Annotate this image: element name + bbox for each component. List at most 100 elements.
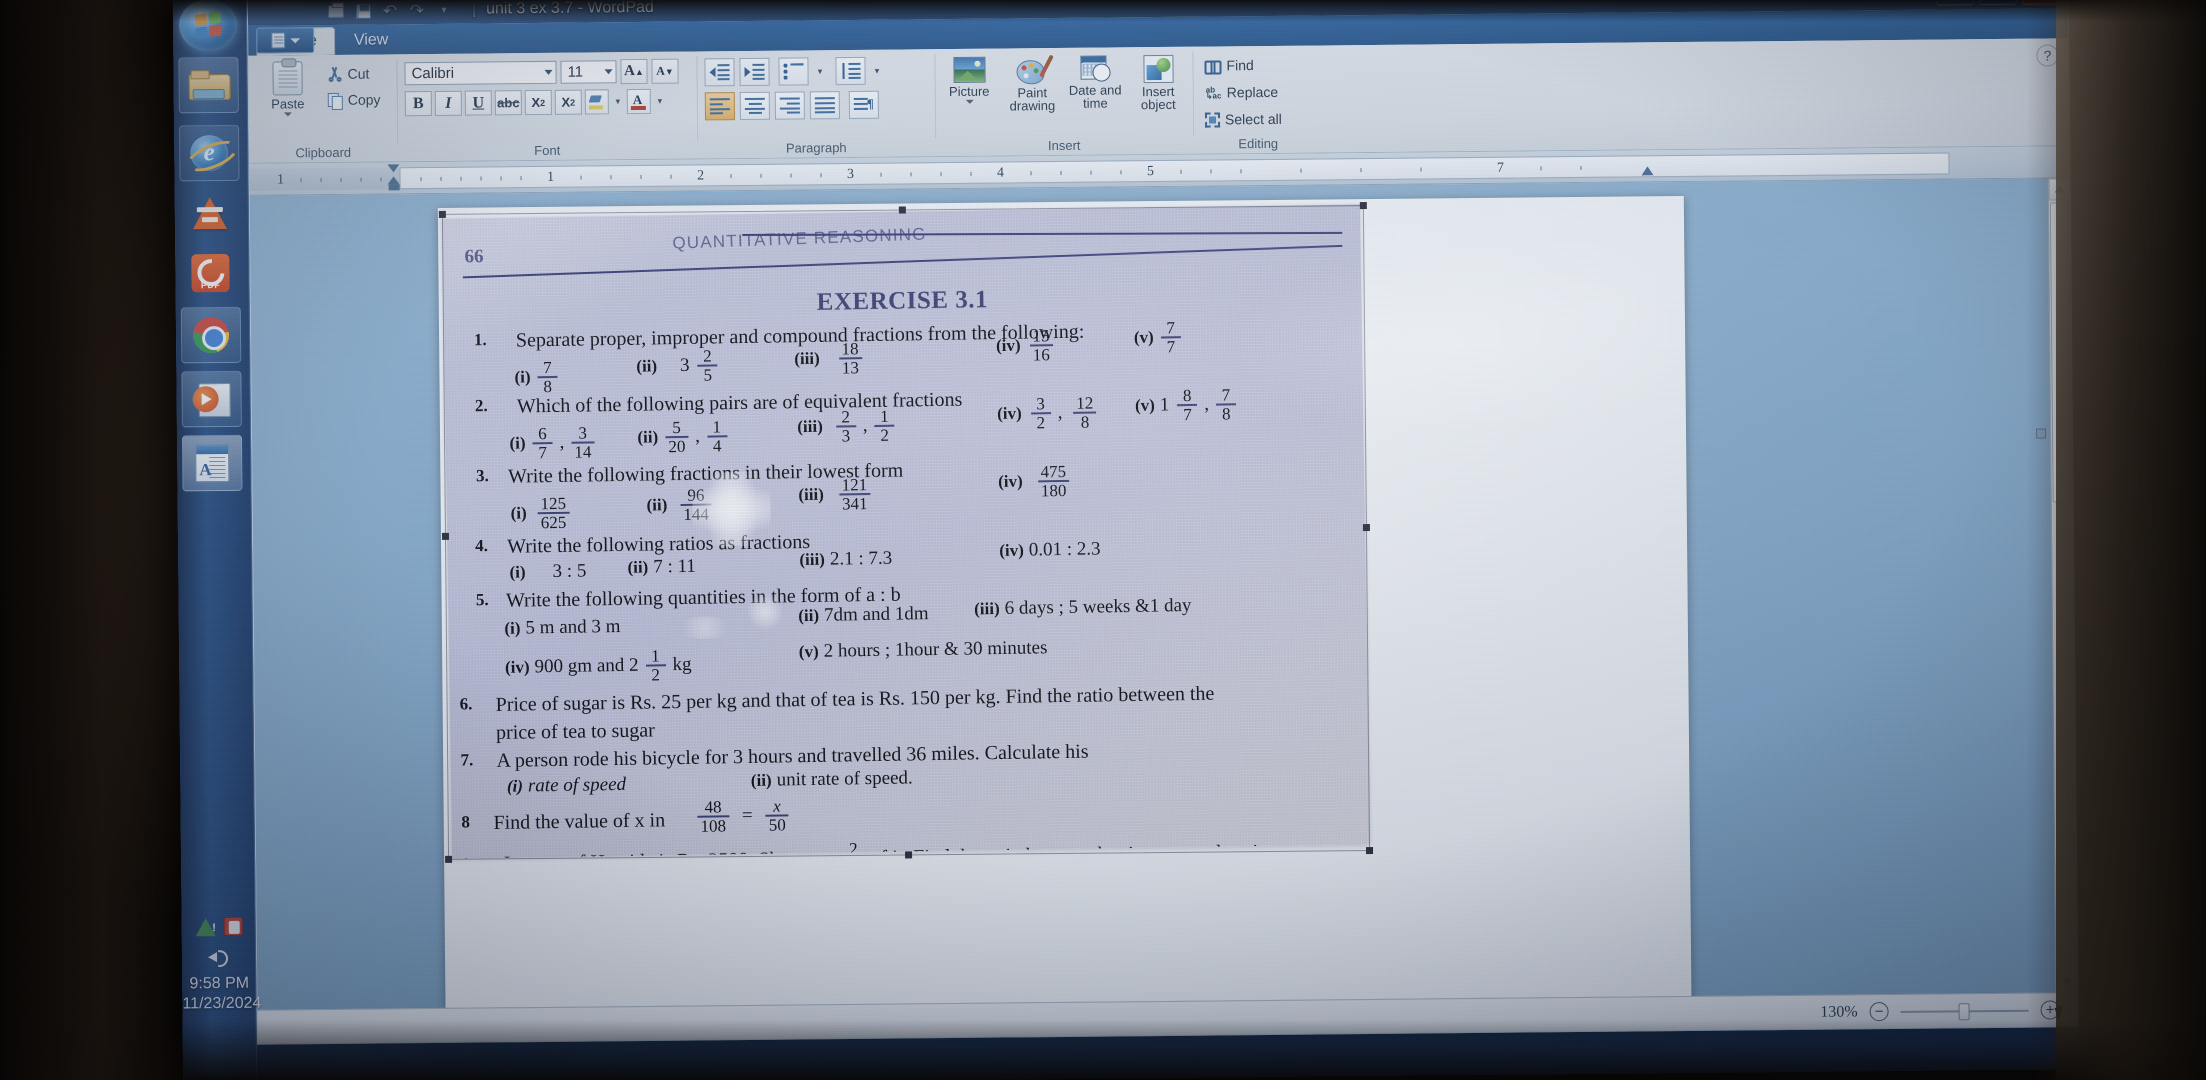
find-button[interactable]: Find (1200, 55, 1257, 76)
photograph-of-monitor: PDF (0, 0, 2206, 1080)
zoom-out-button[interactable]: − (1869, 1002, 1889, 1022)
book-running-head: QUANTITATIVE REASONING (672, 224, 927, 253)
item-label: (i) (506, 776, 524, 796)
cut-label: Cut (347, 65, 370, 82)
right-indent-marker[interactable] (1641, 166, 1654, 176)
taskbar[interactable]: PDF (172, 0, 261, 1078)
date-and-time-button[interactable]: Date and time (1068, 52, 1122, 111)
item-label: (i) (510, 503, 527, 523)
bold-button[interactable]: B (404, 91, 432, 117)
font-name-select[interactable]: Calibri (404, 60, 557, 86)
q5-item-v: (v) 2 hours ; 1hour & 30 minutes (798, 637, 1048, 662)
decrease-indent-button[interactable] (704, 58, 735, 87)
justify-button[interactable] (809, 91, 840, 120)
font-color-button[interactable]: A (626, 88, 651, 115)
q1-item-iii: (iii) 18 13 (794, 339, 864, 377)
insert-picture-button[interactable]: Picture (942, 54, 995, 105)
cut-button[interactable]: Cut (323, 63, 384, 84)
select-all-icon (1204, 111, 1221, 128)
bullets-dropdown[interactable]: ▾ (813, 59, 826, 84)
font-row-bottom: B I U abc X2 X2 ▾ A ▾ (404, 84, 666, 117)
application-menu-button[interactable] (256, 27, 315, 54)
ribbon-group-editing: Find ab ↳ac Replace Select all Editing (1192, 45, 1323, 153)
group-label-clipboard: Clipboard (295, 144, 352, 161)
ruler-number: 1 (546, 169, 555, 185)
pasted-textbook-image[interactable]: 66 QUANTITATIVE REASONING EXERCISE 3.1 1… (441, 204, 1370, 859)
taskbar-item-vlc[interactable] (180, 185, 241, 242)
select-all-button[interactable]: Select all (1201, 109, 1286, 130)
q5-item-i: (i) 5 m and 3 m (504, 615, 621, 639)
item-label: (iii) (794, 348, 820, 369)
ruler-number: 2 (696, 168, 705, 184)
taskbar-item-windows-explorer[interactable] (178, 56, 239, 114)
taskbar-item-pdf-reader[interactable]: PDF (180, 245, 241, 302)
zoom-slider[interactable] (1900, 1002, 2029, 1020)
power-plug-icon[interactable] (223, 916, 243, 937)
bullets-icon (783, 63, 804, 80)
align-right-button[interactable] (774, 91, 805, 120)
speaker-icon[interactable] (208, 948, 230, 966)
shrink-font-button[interactable]: A ▼ (651, 58, 679, 84)
insert-object-label: Insert object (1140, 83, 1176, 113)
increase-indent-button[interactable] (739, 57, 770, 87)
binoculars-icon (1204, 58, 1221, 72)
item-label: (i) (509, 562, 526, 582)
triangle-warning-icon[interactable] (195, 917, 216, 936)
align-left-button[interactable] (704, 92, 735, 121)
superscript-label: X (561, 94, 571, 110)
copy-button[interactable]: Copy (324, 89, 385, 110)
resize-handle[interactable] (438, 210, 446, 218)
resize-handle[interactable] (1359, 202, 1367, 210)
underline-button[interactable]: U (464, 90, 492, 116)
strikethrough-button[interactable]: abc (494, 90, 522, 116)
indent-marker[interactable] (387, 164, 400, 191)
media-player-icon (192, 383, 230, 415)
zoom-slider-knob[interactable] (1958, 1002, 1970, 1020)
subscript-button[interactable]: X2 (524, 89, 552, 116)
text-highlight-button[interactable] (584, 89, 609, 115)
fraction: 15 16 (1029, 326, 1053, 364)
increase-indent-icon (744, 63, 765, 80)
q5-item-iv: (iv) 900 gm and 2 12 kg (504, 646, 692, 685)
font-color-dropdown[interactable]: ▾ (654, 89, 666, 114)
grow-font-button[interactable]: A ▲ (620, 58, 648, 85)
superscript-button[interactable]: X2 (554, 89, 582, 115)
paragraph-marks-button[interactable] (848, 90, 879, 119)
paste-button[interactable]: Paste (256, 58, 319, 117)
q7-item-i: (i) rate of speed (506, 773, 627, 797)
photo-edge-top (0, 0, 2206, 22)
taskbar-item-media-player[interactable] (181, 370, 242, 428)
document-canvas[interactable]: 66 QUANTITATIVE REASONING EXERCISE 3.1 1… (249, 178, 2078, 1010)
q3-item-i: (i) 125 625 (510, 494, 571, 532)
q4-item-iii: (iii) 2.1 : 7.3 (799, 547, 893, 570)
font-size-select[interactable]: 11 (560, 60, 617, 84)
resize-handle[interactable] (905, 851, 913, 859)
chevron-down-icon[interactable] (283, 112, 292, 117)
item-label: (ii) (637, 427, 659, 447)
insert-object-button[interactable]: Insert object (1131, 52, 1185, 112)
question-text: Price of sugar is Rs. 25 per kg and that… (495, 682, 1215, 716)
line-spacing-dropdown[interactable]: ▾ (870, 58, 883, 83)
bullets-button[interactable] (778, 57, 809, 86)
line-spacing-button[interactable] (835, 56, 866, 86)
chevron-down-icon[interactable] (965, 99, 974, 104)
group-label-font: Font (534, 142, 561, 159)
pdf-icon: PDF (191, 253, 230, 293)
document-page[interactable]: 66 QUANTITATIVE REASONING EXERCISE 3.1 1… (437, 195, 1693, 1010)
resize-handle[interactable] (1366, 847, 1374, 855)
ruler-number: 1 (276, 172, 285, 188)
question-8: 8 Find the value of x in (451, 798, 1369, 834)
taskbar-clock[interactable]: 9:58 PM 11/23/2024 (182, 974, 261, 1015)
ruler-left-margin (249, 167, 400, 191)
highlight-dropdown[interactable]: ▾ (612, 89, 624, 114)
item-label: (v) (1133, 327, 1154, 347)
paint-drawing-button[interactable]: Paint drawing (1005, 53, 1059, 113)
q4-item-i: (i) 3 : 5 (509, 560, 587, 583)
replace-button[interactable]: ab ↳ac Replace (1201, 82, 1283, 103)
align-center-button[interactable] (739, 91, 770, 121)
taskbar-item-wordpad[interactable] (181, 434, 243, 492)
taskbar-item-internet-explorer[interactable] (179, 124, 240, 182)
tab-view[interactable]: View (337, 27, 406, 55)
taskbar-item-chrome[interactable] (180, 306, 242, 364)
italic-button[interactable]: I (434, 90, 462, 116)
